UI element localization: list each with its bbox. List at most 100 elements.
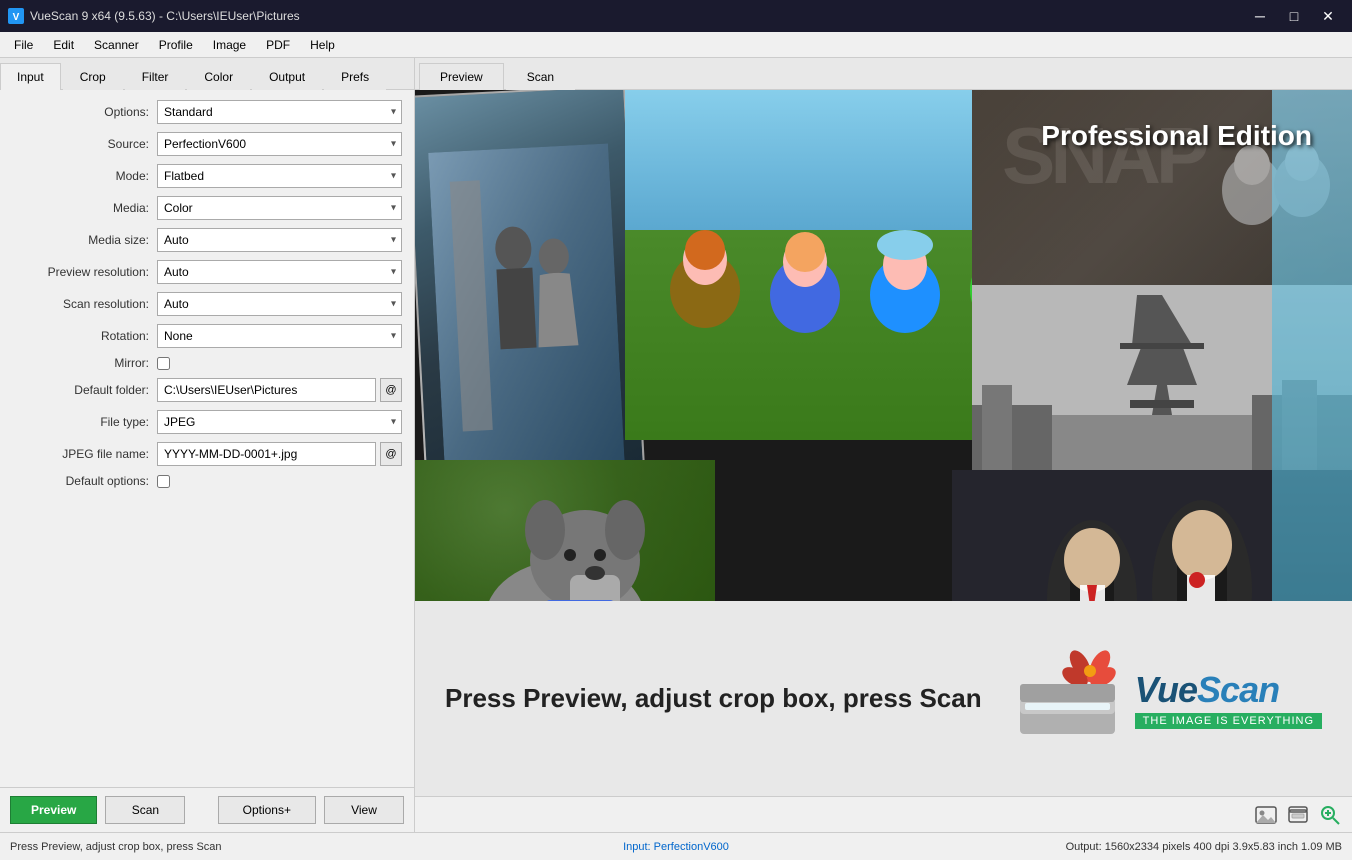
promo-text: Press Preview, adjust crop box, press Sc… [445, 683, 995, 714]
brand-scan: Scan [1197, 669, 1279, 710]
menu-help[interactable]: Help [300, 34, 345, 56]
options-select-wrapper: Standard Professional [157, 100, 402, 124]
tab-input[interactable]: Input [0, 63, 61, 90]
window-title: VueScan 9 x64 (9.5.63) - C:\Users\IEUser… [30, 9, 1244, 23]
mode-select[interactable]: Flatbed Transparency [157, 164, 402, 188]
preview-collage: Professional Edition [415, 90, 1352, 601]
rotation-label: Rotation: [12, 329, 157, 343]
svg-text:V: V [13, 12, 20, 23]
media-size-select-wrapper: Auto Letter A4 [157, 228, 402, 252]
tab-output[interactable]: Output [252, 63, 322, 90]
scan-toolbar-icon[interactable] [1286, 803, 1310, 827]
preview-tab-preview[interactable]: Preview [419, 63, 504, 90]
photo-collage: Professional Edition [415, 90, 1352, 601]
media-select[interactable]: Color Gray B&W [157, 196, 402, 220]
media-size-label: Media size: [12, 233, 157, 247]
status-center: Input: PerfectionV600 [454, 841, 898, 853]
default-options-checkbox[interactable] [157, 475, 170, 488]
mode-row: Mode: Flatbed Transparency [12, 164, 402, 188]
promo-area: Press Preview, adjust crop box, press Sc… [415, 601, 1352, 796]
jpeg-file-name-at-button[interactable]: @ [380, 442, 402, 466]
menubar: File Edit Scanner Profile Image PDF Help [0, 32, 1352, 58]
form-area: Options: Standard Professional Source: P… [0, 90, 414, 787]
photo-wedding-bg [415, 90, 643, 473]
rotation-row: Rotation: None 90 CW 90 CCW 180 [12, 324, 402, 348]
media-size-select[interactable]: Auto Letter A4 [157, 228, 402, 252]
scan-resolution-select[interactable]: Auto 300 400 600 [157, 292, 402, 316]
preview-bottom-toolbar [415, 796, 1352, 832]
status-right: Output: 1560x2334 pixels 400 dpi 3.9x5.8… [898, 841, 1342, 853]
minimize-button[interactable]: ─ [1244, 2, 1276, 30]
professional-edition-text: Professional Edition [1041, 120, 1312, 152]
media-label: Media: [12, 201, 157, 215]
photo-scanner-bg [1272, 90, 1352, 601]
brand-vue: Vue [1135, 669, 1197, 710]
rotation-select[interactable]: None 90 CW 90 CCW 180 [157, 324, 402, 348]
file-type-select[interactable]: JPEG TIFF PDF PNG [157, 410, 402, 434]
main-area: Input Crop Filter Color Output Prefs Opt… [0, 58, 1352, 832]
default-folder-label: Default folder: [12, 383, 157, 397]
menu-pdf[interactable]: PDF [256, 34, 300, 56]
source-row: Source: PerfectionV600 [12, 132, 402, 156]
left-panel: Input Crop Filter Color Output Prefs Opt… [0, 58, 415, 832]
right-panel: Preview Scan Professional Edition [415, 58, 1352, 832]
mode-label: Mode: [12, 169, 157, 183]
options-label: Options: [12, 105, 157, 119]
jpeg-file-name-input-group: YYYY-MM-DD-0001+.jpg @ [157, 442, 402, 466]
photo-wedding [415, 90, 645, 475]
scan-button[interactable]: Scan [105, 796, 185, 824]
default-folder-input-group: C:\Users\IEUser\Pictures @ [157, 378, 402, 402]
scan-resolution-label: Scan resolution: [12, 297, 157, 311]
photo-toolbar-icon[interactable] [1254, 803, 1278, 827]
options-row: Options: Standard Professional [12, 100, 402, 124]
app-icon: V [8, 8, 24, 24]
zoom-toolbar-icon[interactable] [1318, 803, 1342, 827]
menu-edit[interactable]: Edit [43, 34, 84, 56]
media-row: Media: Color Gray B&W [12, 196, 402, 220]
tagline-text: THE IMAGE IS EVERYTHING [1135, 713, 1322, 729]
default-folder-at-button[interactable]: @ [380, 378, 402, 402]
mirror-checkbox[interactable] [157, 357, 170, 370]
preview-resolution-select[interactable]: Auto 72 100 150 [157, 260, 402, 284]
menu-scanner[interactable]: Scanner [84, 34, 149, 56]
vuescan-logo: VueScan THE IMAGE IS EVERYTHING [1015, 649, 1322, 749]
preview-resolution-label: Preview resolution: [12, 265, 157, 279]
jpeg-file-name-select[interactable]: YYYY-MM-DD-0001+.jpg [157, 442, 376, 466]
tab-prefs[interactable]: Prefs [324, 63, 386, 90]
close-button[interactable]: ✕ [1312, 2, 1344, 30]
tab-color[interactable]: Color [187, 63, 250, 90]
menu-image[interactable]: Image [203, 34, 256, 56]
view-button[interactable]: View [324, 796, 404, 824]
jpeg-file-name-row: JPEG file name: YYYY-MM-DD-0001+.jpg @ [12, 442, 402, 466]
jpeg-file-name-label: JPEG file name: [12, 447, 157, 461]
tab-crop[interactable]: Crop [63, 63, 123, 90]
scanner-icon-area [1015, 649, 1125, 749]
scan-resolution-select-wrapper: Auto 300 400 600 [157, 292, 402, 316]
options-select[interactable]: Standard Professional [157, 100, 402, 124]
default-folder-select[interactable]: C:\Users\IEUser\Pictures [157, 378, 376, 402]
rotation-select-wrapper: None 90 CW 90 CCW 180 [157, 324, 402, 348]
preview-resolution-select-wrapper: Auto 72 100 150 [157, 260, 402, 284]
preview-area: Professional Edition [415, 90, 1352, 832]
mirror-row: Mirror: [12, 356, 402, 370]
tab-filter[interactable]: Filter [125, 63, 186, 90]
menu-profile[interactable]: Profile [149, 34, 203, 56]
preview-tab-bar: Preview Scan [415, 58, 1352, 90]
source-select[interactable]: PerfectionV600 [157, 132, 402, 156]
source-label: Source: [12, 137, 157, 151]
maximize-button[interactable]: □ [1278, 2, 1310, 30]
status-left: Press Preview, adjust crop box, press Sc… [10, 841, 454, 853]
window-controls: ─ □ ✕ [1244, 2, 1344, 30]
preview-button[interactable]: Preview [10, 796, 97, 824]
preview-tab-scan[interactable]: Scan [506, 63, 575, 90]
options-plus-button[interactable]: Options+ [218, 796, 316, 824]
media-select-wrapper: Color Gray B&W [157, 196, 402, 220]
statusbar: Press Preview, adjust crop box, press Sc… [0, 832, 1352, 860]
vuescan-brand-text: VueScan [1135, 669, 1322, 711]
menu-file[interactable]: File [4, 34, 43, 56]
logo-area: VueScan THE IMAGE IS EVERYTHING [1015, 649, 1322, 749]
titlebar: V VueScan 9 x64 (9.5.63) - C:\Users\IEUs… [0, 0, 1352, 32]
source-select-wrapper: PerfectionV600 [157, 132, 402, 156]
media-size-row: Media size: Auto Letter A4 [12, 228, 402, 252]
scan-resolution-row: Scan resolution: Auto 300 400 600 [12, 292, 402, 316]
